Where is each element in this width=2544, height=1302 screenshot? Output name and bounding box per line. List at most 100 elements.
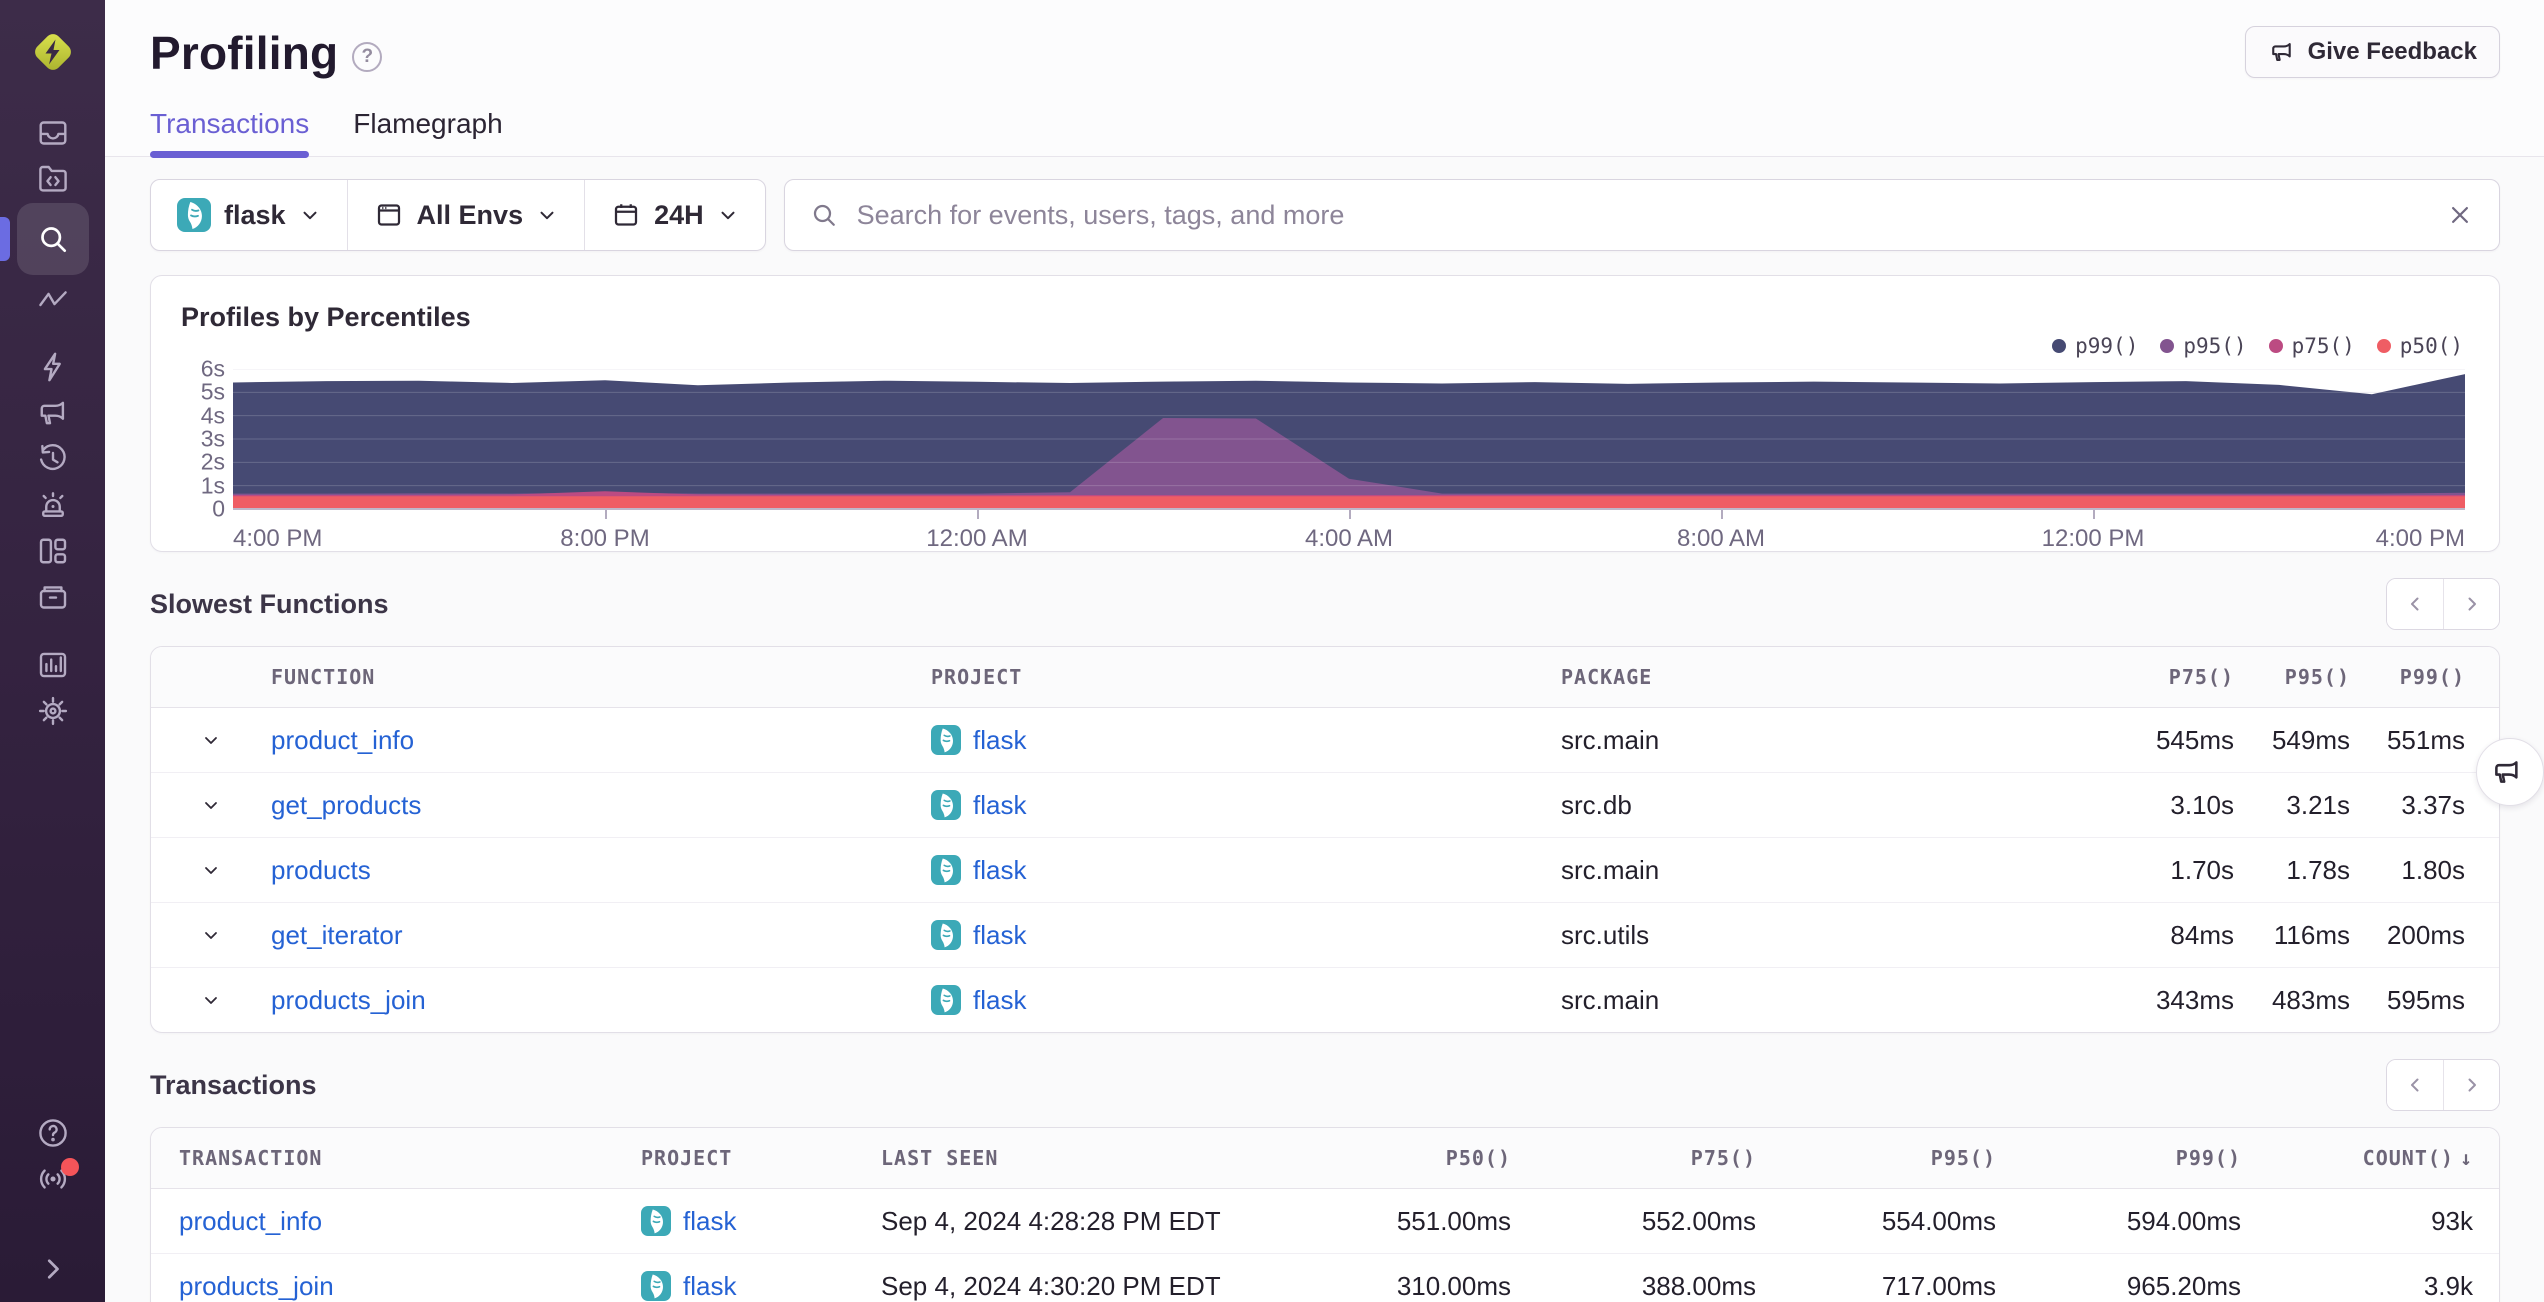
prev-page-button[interactable] xyxy=(2387,1060,2443,1110)
sidebar-item-explore[interactable] xyxy=(0,202,89,276)
col-p95[interactable]: P95() xyxy=(2234,647,2350,707)
environment-filter[interactable]: All Envs xyxy=(346,180,585,250)
sidebar-item-insights[interactable] xyxy=(17,344,89,390)
legend-item-p50[interactable]: p50() xyxy=(2376,334,2463,358)
sidebar-item-dashboards[interactable] xyxy=(17,528,89,574)
search-input[interactable] xyxy=(854,198,2429,232)
legend-item-p99[interactable]: p99() xyxy=(2052,334,2138,358)
y-axis-labels: 6s 5s 4s 3s 2s 1s 0 xyxy=(200,355,225,522)
project-link[interactable]: flask xyxy=(973,725,1026,756)
p75-cell: 545ms xyxy=(2155,724,2234,755)
project-link[interactable]: flask xyxy=(973,985,1026,1016)
chevron-left-icon xyxy=(2411,597,2419,611)
stats-icon xyxy=(39,652,66,678)
chart-title: Profiles by Percentiles xyxy=(181,302,471,332)
col-project[interactable]: PROJECT xyxy=(931,647,1561,707)
function-link[interactable]: products_join xyxy=(271,985,426,1016)
expand-row-button[interactable] xyxy=(151,903,271,967)
project-filter[interactable]: flask xyxy=(151,180,347,250)
page-help-icon[interactable]: ? xyxy=(352,42,383,72)
project-link[interactable]: flask xyxy=(973,790,1026,821)
expand-row-button[interactable] xyxy=(151,708,271,772)
table-row: get_products flask src.db 3.10s 3.21s 3.… xyxy=(151,773,2499,838)
floating-feedback-button[interactable] xyxy=(2476,738,2544,806)
package-cell: src.main xyxy=(1561,984,1660,1015)
col-function[interactable]: FUNCTION xyxy=(271,647,931,707)
col-p75[interactable]: P75() xyxy=(2116,647,2234,707)
expand-row-button[interactable] xyxy=(151,968,271,1032)
sidebar-item-settings[interactable] xyxy=(17,688,89,734)
transaction-link[interactable]: products_join xyxy=(179,1271,334,1302)
p99-cell: 1.80s xyxy=(2401,854,2465,885)
p50-cell: 551.00ms xyxy=(1396,1205,1511,1236)
tab-flamegraph[interactable]: Flamegraph xyxy=(353,108,502,156)
col-p75[interactable]: P75() xyxy=(1511,1128,1756,1188)
sidebar-item-archive[interactable] xyxy=(17,574,89,620)
function-link[interactable]: get_products xyxy=(271,790,421,821)
sidebar-item-stats[interactable] xyxy=(17,642,89,688)
megaphone-icon xyxy=(2271,43,2291,61)
transaction-link[interactable]: product_info xyxy=(179,1206,322,1237)
chart-legend: p99() p95() p75() p50() xyxy=(2052,334,2463,358)
project-link[interactable]: flask xyxy=(973,855,1026,886)
project-link[interactable]: flask xyxy=(683,1271,736,1302)
page-title: Profiling xyxy=(150,27,339,79)
project-link[interactable]: flask xyxy=(683,1206,736,1237)
function-link[interactable]: get_iterator xyxy=(271,920,403,951)
project-link[interactable]: flask xyxy=(973,920,1026,951)
flask-project-icon xyxy=(641,1206,671,1236)
sidebar-item-alerts[interactable] xyxy=(17,482,89,528)
percentiles-chart-card: Profiles by Percentiles p99() p95() p75(… xyxy=(150,275,2500,552)
x-axis-labels: 4:00 PM 8:00 PM 12:00 AM 4:00 AM 8:00 AM… xyxy=(233,525,2465,552)
give-feedback-button[interactable]: Give Feedback xyxy=(2244,26,2500,78)
p50-cell: 310.00ms xyxy=(1396,1270,1511,1301)
col-project[interactable]: PROJECT xyxy=(641,1128,881,1188)
app-window: Profiling ? Give Feedback Transactions F… xyxy=(0,0,2544,1302)
sidebar-item-releases[interactable] xyxy=(17,436,89,482)
date-range-filter[interactable]: 24H xyxy=(584,180,765,250)
count-cell: 3.9k xyxy=(2423,1270,2473,1301)
col-p50[interactable]: P50() xyxy=(1271,1128,1511,1188)
p95-cell: 717.00ms xyxy=(1881,1270,1996,1301)
col-p99[interactable]: P99() xyxy=(2350,647,2499,707)
function-link[interactable]: product_info xyxy=(271,725,414,756)
date-range-label: 24H xyxy=(654,199,704,230)
expand-row-button[interactable] xyxy=(151,773,271,837)
tab-transactions[interactable]: Transactions xyxy=(150,108,310,158)
legend-item-p95[interactable]: p95() xyxy=(2160,334,2247,358)
p75-cell: 552.00ms xyxy=(1641,1205,1756,1236)
sidebar-collapse-toggle[interactable] xyxy=(17,1246,89,1292)
percentiles-plot[interactable] xyxy=(233,369,2465,519)
projects-icon xyxy=(38,165,67,192)
sidebar-item-feedback[interactable] xyxy=(17,390,89,436)
sidebar-item-help[interactable] xyxy=(17,1110,89,1156)
col-transaction[interactable]: TRANSACTION xyxy=(151,1128,641,1188)
function-link[interactable]: products xyxy=(271,855,371,886)
chevron-down-icon xyxy=(540,211,554,220)
table-row: products flask src.main 1.70s 1.78s 1.80… xyxy=(151,838,2499,903)
slowest-functions-table: FUNCTION PROJECT PACKAGE P75() P95() P99… xyxy=(150,646,2500,1033)
prev-page-button[interactable] xyxy=(2387,579,2443,629)
package-cell: src.main xyxy=(1561,724,1660,755)
p75-cell: 388.00ms xyxy=(1641,1270,1756,1301)
next-page-button[interactable] xyxy=(2443,1060,2499,1110)
expand-row-button[interactable] xyxy=(151,838,271,902)
col-last-seen[interactable]: LAST SEEN xyxy=(881,1128,1271,1188)
count-cell: 93k xyxy=(2431,1205,2473,1236)
sidebar-item-issues[interactable] xyxy=(17,110,89,156)
org-avatar[interactable] xyxy=(25,24,81,80)
next-page-button[interactable] xyxy=(2443,579,2499,629)
siren-icon xyxy=(41,492,64,517)
sidebar-item-whats-new[interactable] xyxy=(17,1156,89,1202)
col-p95[interactable]: P95() xyxy=(1756,1128,1996,1188)
col-count[interactable]: COUNT() ↓ xyxy=(2241,1128,2499,1188)
sidebar-item-traces[interactable] xyxy=(17,276,89,322)
p99-cell: 594.00ms xyxy=(2126,1205,2241,1236)
legend-item-p75[interactable]: p75() xyxy=(2268,334,2355,358)
clear-search-icon[interactable] xyxy=(2445,200,2475,230)
sidebar-item-projects[interactable] xyxy=(17,156,89,202)
search-bar[interactable] xyxy=(783,179,2500,251)
col-package[interactable]: PACKAGE xyxy=(1561,647,2116,707)
last-seen-cell: Sep 4, 2024 4:28:28 PM EDT xyxy=(881,1205,1221,1236)
col-p99[interactable]: P99() xyxy=(1996,1128,2241,1188)
